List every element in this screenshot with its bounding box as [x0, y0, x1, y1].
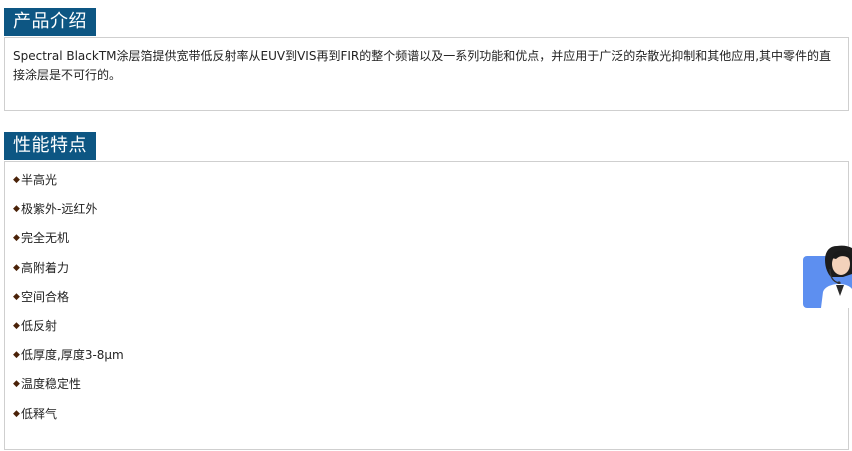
feature-label: 高附着力	[21, 260, 70, 275]
feature-item: ◆ 空间合格	[13, 288, 848, 317]
feature-item: ◆ 低释气	[13, 405, 848, 434]
customer-service-icon	[821, 245, 852, 308]
intro-heading-tab: 产品介绍	[4, 8, 96, 36]
features-list: ◆ 半高光 ◆ 极紫外-远红外 ◆ 完全无机 ◆ 高附着力 ◆ 空间合格 ◆ 低反射 ◆ 低厚…	[5, 162, 848, 434]
feature-label: 温度稳定性	[21, 377, 82, 392]
feature-label: 极紫外-远红外	[21, 202, 98, 217]
feature-item: ◆ 高附着力	[13, 259, 848, 288]
bullet-icon: ◆	[13, 320, 20, 331]
feature-item: ◆ 低反射	[13, 317, 848, 346]
bullet-icon: ◆	[13, 408, 20, 419]
feature-item: ◆ 极紫外-远红外	[13, 200, 848, 229]
intro-description: Spectral BlackTM涂层箔提供宽带低反射率从EUV到VIS再到FIR…	[13, 49, 832, 82]
bullet-icon: ◆	[13, 204, 20, 215]
feature-label: 完全无机	[21, 231, 70, 246]
bullet-icon: ◆	[13, 291, 20, 302]
bullet-icon: ◆	[13, 233, 20, 244]
feature-label: 低释气	[21, 406, 58, 421]
customer-service-button[interactable]	[803, 244, 852, 308]
features-panel: ◆ 半高光 ◆ 极紫外-远红外 ◆ 完全无机 ◆ 高附着力 ◆ 空间合格 ◆ 低反射 ◆ 低厚…	[4, 161, 849, 450]
feature-label: 低厚度,厚度3-8μm	[21, 348, 124, 363]
bullet-icon: ◆	[13, 175, 20, 185]
feature-label: 半高光	[21, 173, 58, 187]
feature-item: ◆ 温度稳定性	[13, 375, 848, 404]
feature-item: ◆ 完全无机	[13, 229, 848, 258]
features-heading-tab: 性能特点	[4, 132, 96, 160]
feature-item: ◆ 半高光	[13, 171, 848, 200]
bullet-icon: ◆	[13, 262, 20, 273]
feature-item: ◆ 低厚度,厚度3-8μm	[13, 346, 848, 375]
bullet-icon: ◆	[13, 379, 20, 390]
feature-label: 空间合格	[21, 289, 70, 304]
intro-panel: Spectral BlackTM涂层箔提供宽带低反射率从EUV到VIS再到FIR…	[4, 37, 849, 111]
feature-label: 低反射	[21, 318, 58, 333]
bullet-icon: ◆	[13, 350, 20, 361]
